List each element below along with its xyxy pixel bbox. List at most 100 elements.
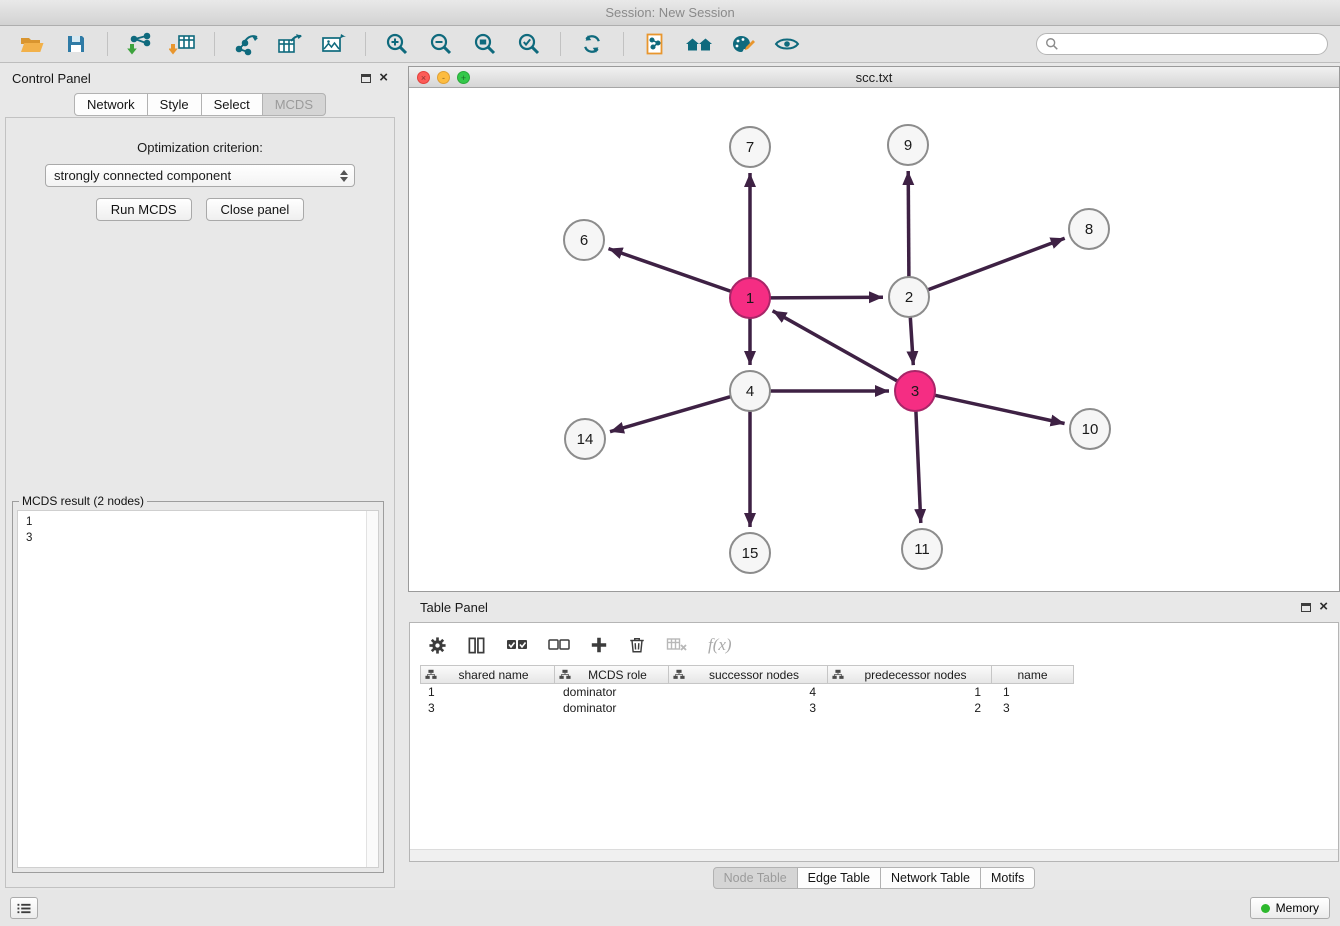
deselect-all-icon xyxy=(548,638,570,652)
show-hide-button[interactable] xyxy=(767,29,807,59)
tab-style[interactable]: Style xyxy=(147,93,202,116)
import-network-button[interactable] xyxy=(119,29,159,59)
network-graph[interactable]: 7 9 6 8 1 2 4 3 14 10 15 11 xyxy=(409,88,1339,591)
tab-edge-table[interactable]: Edge Table xyxy=(797,867,881,889)
add-column-button[interactable] xyxy=(590,636,608,654)
cell-name[interactable]: 3 xyxy=(995,700,1078,716)
run-mcds-button[interactable]: Run MCDS xyxy=(96,198,192,221)
graph-node-1[interactable]: 1 xyxy=(730,278,770,318)
network-canvas[interactable]: 7 9 6 8 1 2 4 3 14 10 15 11 xyxy=(409,88,1339,591)
tab-node-table[interactable]: Node Table xyxy=(713,867,798,889)
open-folder-icon xyxy=(19,32,45,56)
tab-motifs[interactable]: Motifs xyxy=(980,867,1035,889)
toolbar-separator xyxy=(107,32,108,56)
graph-edge-1-2[interactable] xyxy=(770,297,883,298)
function-builder-button[interactable]: f(x) xyxy=(708,635,732,655)
column-header-mcds-role[interactable]: MCDS role xyxy=(554,665,669,684)
svg-text:8: 8 xyxy=(1085,221,1093,238)
network-window-titlebar: × - + scc.txt xyxy=(409,67,1339,88)
show-columns-button[interactable] xyxy=(467,636,486,655)
cell-mcds-role[interactable]: dominator xyxy=(555,700,670,716)
tab-network-table[interactable]: Network Table xyxy=(880,867,981,889)
graph-node-10[interactable]: 10 xyxy=(1070,409,1110,449)
graph-edge-1-6[interactable] xyxy=(609,249,732,292)
optimization-criterion-select[interactable]: strongly connected component xyxy=(45,164,355,187)
delete-table-button[interactable] xyxy=(666,636,688,654)
float-panel-icon[interactable] xyxy=(361,74,371,83)
refresh-button[interactable] xyxy=(572,29,612,59)
zoom-out-button[interactable] xyxy=(421,29,461,59)
mcds-result-list[interactable]: 1 3 xyxy=(17,510,379,868)
maximize-window-icon[interactable]: + xyxy=(457,71,470,84)
table-row[interactable]: 1 dominator 4 1 1 xyxy=(420,684,1338,700)
export-table-button[interactable] xyxy=(270,29,310,59)
network-from-selection-button[interactable] xyxy=(635,29,675,59)
graph-node-2[interactable]: 2 xyxy=(889,277,929,317)
network-document-icon xyxy=(643,32,667,56)
export-image-icon xyxy=(320,32,348,56)
table-row[interactable]: 3 dominator 3 2 3 xyxy=(420,700,1338,716)
deselect-all-button[interactable] xyxy=(548,638,570,652)
save-icon xyxy=(64,32,88,56)
minimize-window-icon[interactable]: - xyxy=(437,71,450,84)
graph-node-4[interactable]: 4 xyxy=(730,371,770,411)
graph-edge-3-1[interactable] xyxy=(773,311,898,381)
graph-node-3[interactable]: 3 xyxy=(895,371,935,411)
zoom-in-button[interactable] xyxy=(377,29,417,59)
cell-successor-nodes[interactable]: 4 xyxy=(670,684,830,700)
graph-node-8[interactable]: 8 xyxy=(1069,209,1109,249)
save-session-button[interactable] xyxy=(56,29,96,59)
graph-edge-2-8[interactable] xyxy=(928,238,1065,290)
search-input[interactable] xyxy=(1064,37,1319,51)
cell-name[interactable]: 1 xyxy=(995,684,1078,700)
graph-edge-2-3[interactable] xyxy=(910,317,913,365)
mcds-result-title: MCDS result (2 nodes) xyxy=(19,494,147,508)
network-view-window: × - + scc.txt 7 9 6 8 1 2 4 3 14 10 15 11 xyxy=(408,66,1340,592)
close-window-icon[interactable]: × xyxy=(417,71,430,84)
graph-node-9[interactable]: 9 xyxy=(888,125,928,165)
cell-mcds-role[interactable]: dominator xyxy=(555,684,670,700)
graph-edge-4-14[interactable] xyxy=(610,397,731,432)
graph-node-11[interactable]: 11 xyxy=(902,529,942,569)
cell-predecessor-nodes[interactable]: 1 xyxy=(830,684,995,700)
cell-predecessor-nodes[interactable]: 2 xyxy=(830,700,995,716)
tab-network[interactable]: Network xyxy=(74,93,148,116)
column-header-successor-nodes[interactable]: successor nodes xyxy=(668,665,828,684)
cell-shared-name[interactable]: 3 xyxy=(420,700,555,716)
zoom-fit-button[interactable] xyxy=(465,29,505,59)
task-history-button[interactable] xyxy=(10,897,38,919)
graph-node-15[interactable]: 15 xyxy=(730,533,770,573)
tab-mcds[interactable]: MCDS xyxy=(262,93,326,116)
graph-edge-2-9[interactable] xyxy=(908,171,909,277)
svg-text:11: 11 xyxy=(914,541,930,558)
cell-successor-nodes[interactable]: 3 xyxy=(670,700,830,716)
open-session-button[interactable] xyxy=(12,29,52,59)
home-button[interactable] xyxy=(679,29,719,59)
memory-button[interactable]: Memory xyxy=(1250,897,1330,919)
column-header-name[interactable]: name xyxy=(991,665,1074,684)
zoom-out-icon xyxy=(429,32,453,56)
close-panel-icon[interactable]: × xyxy=(379,73,388,83)
column-header-shared-name[interactable]: shared name xyxy=(420,665,555,684)
zoom-selected-button[interactable] xyxy=(509,29,549,59)
graph-node-6[interactable]: 6 xyxy=(564,220,604,260)
close-panel-button[interactable]: Close panel xyxy=(206,198,305,221)
graph-node-7[interactable]: 7 xyxy=(730,127,770,167)
graph-edge-3-10[interactable] xyxy=(935,395,1065,423)
tab-select[interactable]: Select xyxy=(201,93,263,116)
delete-column-button[interactable] xyxy=(628,636,646,654)
table-horizontal-scrollbar[interactable] xyxy=(410,849,1338,861)
graph-edge-3-11[interactable] xyxy=(916,411,921,523)
close-panel-icon[interactable]: × xyxy=(1319,602,1328,612)
table-settings-button[interactable] xyxy=(428,636,447,655)
select-all-button[interactable] xyxy=(506,638,528,652)
column-header-predecessor-nodes[interactable]: predecessor nodes xyxy=(827,665,992,684)
export-network-button[interactable] xyxy=(226,29,266,59)
export-image-button[interactable] xyxy=(314,29,354,59)
graph-node-14[interactable]: 14 xyxy=(565,419,605,459)
result-scrollbar[interactable] xyxy=(366,511,378,867)
import-table-button[interactable] xyxy=(163,29,203,59)
float-panel-icon[interactable] xyxy=(1301,603,1311,612)
apply-style-button[interactable] xyxy=(723,29,763,59)
cell-shared-name[interactable]: 1 xyxy=(420,684,555,700)
